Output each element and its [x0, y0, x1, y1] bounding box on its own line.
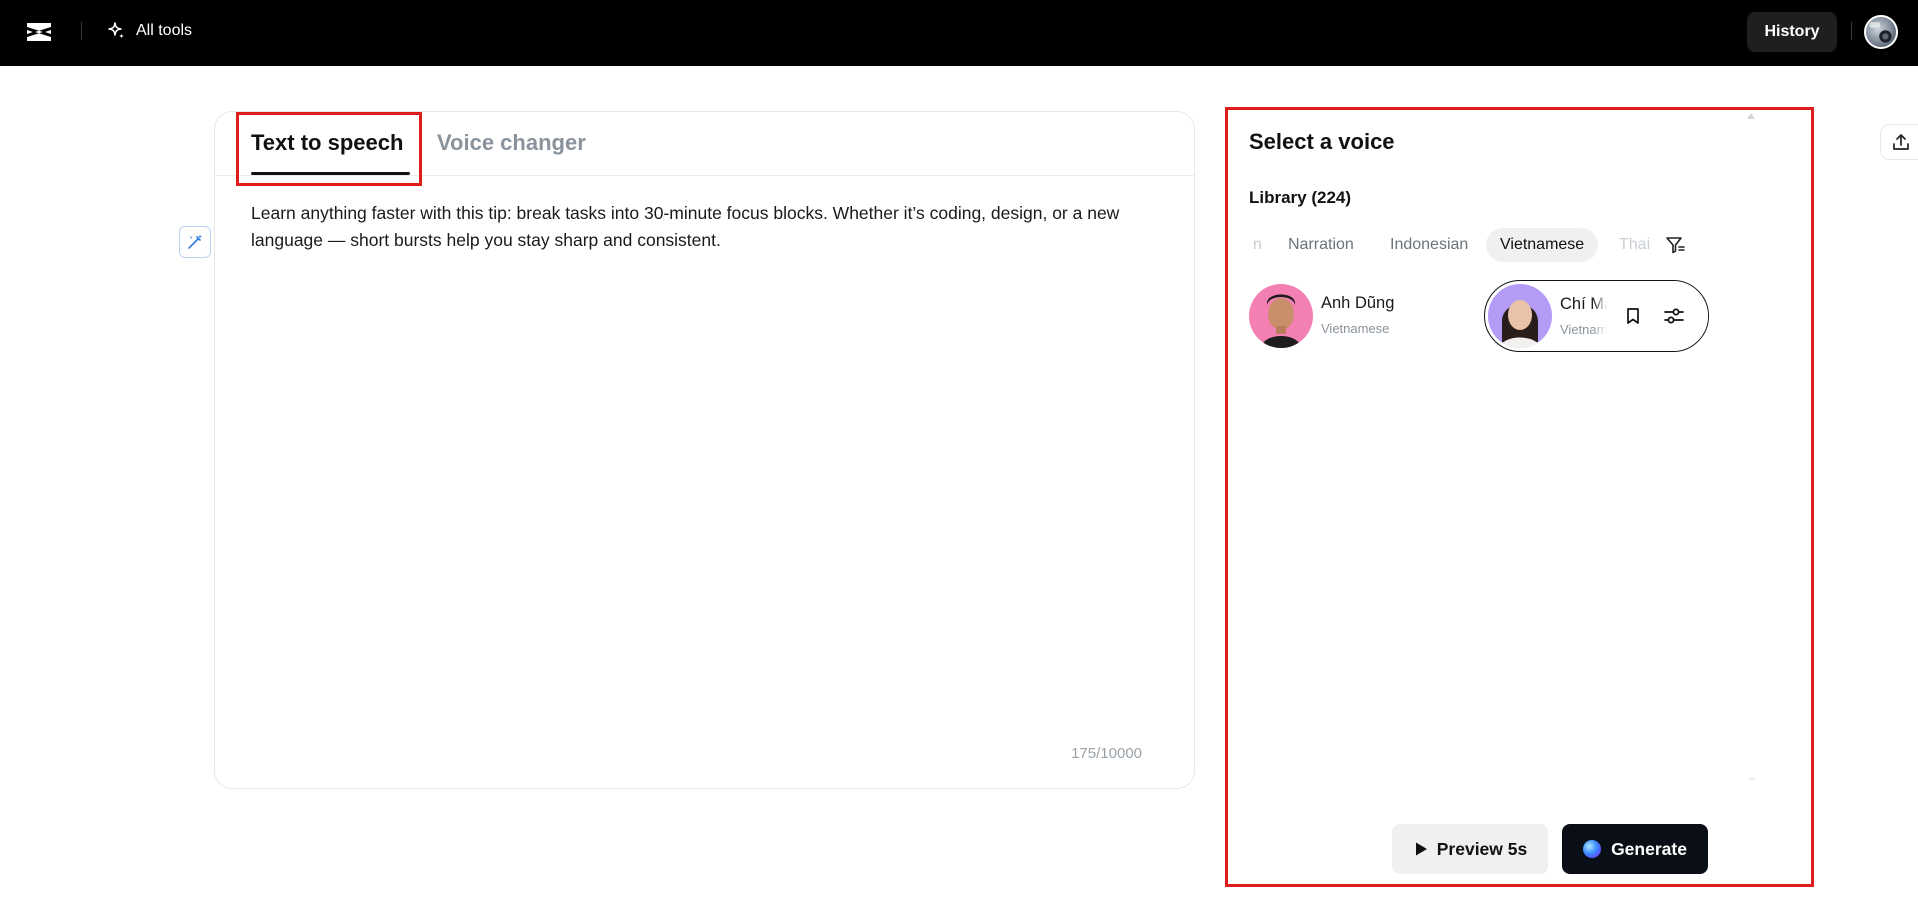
tab-text-to-speech[interactable]: Text to speech — [251, 130, 403, 156]
active-tab-indicator — [251, 172, 410, 175]
avatar-image-icon — [1866, 17, 1896, 47]
text-to-speech-panel: Text to speech Voice changer Learn anyth… — [214, 111, 1195, 789]
chip-narration[interactable]: Narration — [1274, 228, 1368, 262]
voice-avatar — [1488, 284, 1552, 348]
history-button[interactable]: History — [1747, 12, 1837, 52]
scroll-down-indicator — [1749, 778, 1755, 780]
character-counter: 175/10000 — [1071, 745, 1142, 762]
play-icon — [1413, 841, 1429, 857]
highlight-box-voice-panel — [1225, 107, 1814, 887]
generate-orb-icon — [1583, 840, 1601, 858]
chip-vietnamese[interactable]: Vietnamese — [1486, 228, 1598, 262]
magic-wand-icon — [186, 233, 204, 251]
capcut-logo-icon[interactable] — [24, 19, 54, 45]
voice-category-chips: n Narration Indonesian Vietnamese Thai — [1249, 228, 1661, 262]
scroll-up-indicator — [1747, 113, 1755, 119]
voice-language: Vietnamese — [1321, 321, 1389, 336]
preview-button[interactable]: Preview 5s — [1392, 824, 1548, 874]
chip-thai[interactable]: Thai — [1605, 228, 1661, 262]
chip-indonesian[interactable]: Indonesian — [1376, 228, 1482, 262]
topbar-divider — [81, 22, 82, 40]
generate-button[interactable]: Generate — [1562, 824, 1708, 874]
voice-avatar — [1249, 284, 1313, 348]
filter-icon[interactable] — [1664, 234, 1686, 256]
voice-settings-icon[interactable] — [1661, 303, 1687, 329]
generate-label: Generate — [1611, 839, 1687, 860]
preview-label: Preview 5s — [1437, 839, 1527, 860]
mode-tabs: Text to speech Voice changer — [215, 112, 1194, 176]
tab-voice-changer[interactable]: Voice changer — [437, 130, 586, 156]
script-text-input[interactable]: Learn anything faster with this tip: bre… — [251, 200, 1171, 254]
voice-name: Anh Dũng — [1321, 294, 1394, 313]
all-tools-button[interactable]: All tools — [106, 19, 192, 43]
magic-edit-button[interactable] — [179, 226, 211, 258]
topbar-divider-right — [1851, 22, 1852, 40]
voice-card-anh-dung[interactable]: Anh Dũng Vietnamese — [1248, 280, 1468, 352]
top-bar: All tools History — [0, 0, 1918, 66]
all-tools-label: All tools — [136, 22, 192, 40]
side-export-button[interactable] — [1880, 124, 1918, 160]
library-label: Library (224) — [1249, 188, 1351, 208]
sparkle-icon — [106, 21, 126, 41]
bookmark-icon[interactable] — [1620, 303, 1646, 329]
select-voice-title: Select a voice — [1249, 129, 1395, 155]
voice-card-chi-mai[interactable]: Chí Mai Vietnamese — [1484, 280, 1709, 352]
upload-icon — [1891, 132, 1911, 152]
chip-partial-left[interactable]: n — [1249, 228, 1276, 262]
user-avatar[interactable] — [1864, 15, 1898, 49]
card-fade-overlay — [1593, 281, 1709, 352]
